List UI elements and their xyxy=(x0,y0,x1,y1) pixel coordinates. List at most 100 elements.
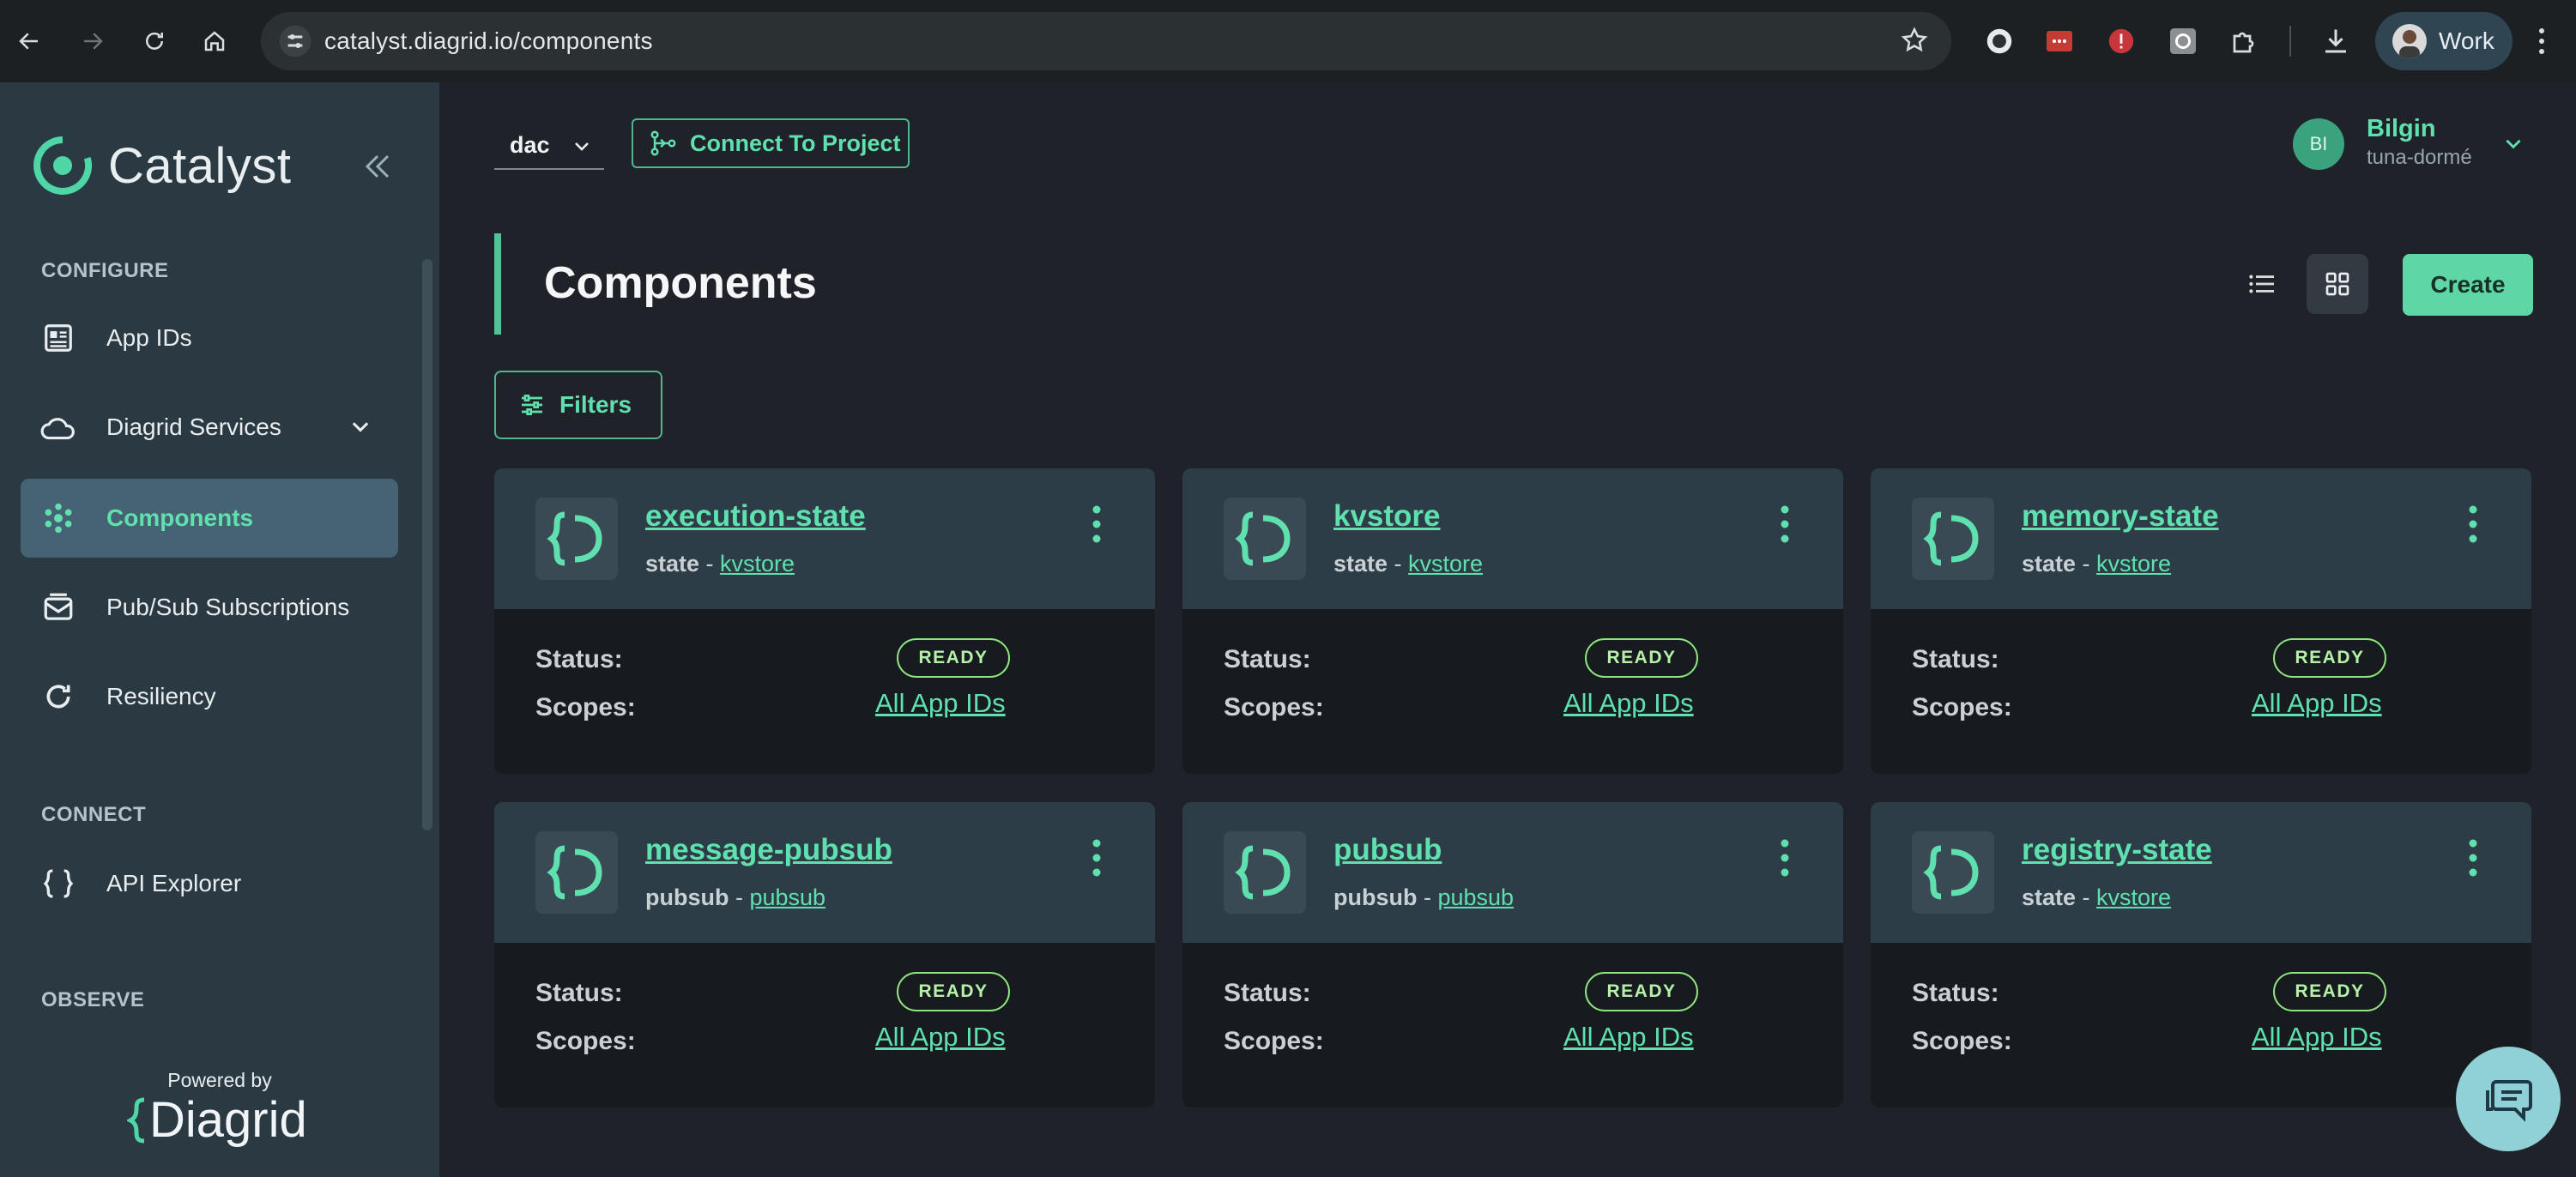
scopes-link[interactable]: All App IDs xyxy=(2252,688,2382,719)
sidebar-item-label: Resiliency xyxy=(106,683,216,709)
scopes-label: Scopes: xyxy=(1912,1027,2012,1055)
component-kind: state xyxy=(1333,551,1388,576)
component-card[interactable]: pubsub pubsub - pubsub Status: READY Sco… xyxy=(1182,802,1843,1108)
collapse-sidebar-button[interactable] xyxy=(360,151,395,186)
card-menu-icon[interactable] xyxy=(1780,838,1790,882)
site-settings-icon[interactable] xyxy=(278,24,312,63)
component-kind: state xyxy=(2022,551,2077,576)
chat-support-button[interactable] xyxy=(2456,1047,2561,1151)
connect-branch-icon xyxy=(649,129,678,158)
extension-red-icon[interactable] xyxy=(2042,24,2077,58)
grid-view-button[interactable] xyxy=(2307,254,2368,314)
card-menu-icon[interactable] xyxy=(2468,838,2478,882)
toolbar-divider xyxy=(2289,26,2291,57)
component-type: state - kvstore xyxy=(2022,884,2171,911)
component-kind: state xyxy=(645,551,700,576)
sidebar-item-components[interactable]: Components xyxy=(21,479,398,558)
double-chevron-left-icon xyxy=(365,154,390,178)
sidebar-item-resiliency[interactable]: Resiliency xyxy=(21,657,398,736)
mail-icon xyxy=(39,588,77,626)
downloads-icon[interactable] xyxy=(2319,24,2353,58)
scopes-link[interactable]: All App IDs xyxy=(875,688,1006,719)
extension-o-icon[interactable] xyxy=(2166,24,2200,58)
type-separator: - xyxy=(2076,884,2097,910)
component-subtype-link[interactable]: kvstore xyxy=(2096,884,2171,910)
component-name[interactable]: pubsub xyxy=(1333,833,1442,867)
sidebar-item-label: Pub/Sub Subscriptions xyxy=(106,594,350,620)
component-card[interactable]: memory-state state - kvstore Status: REA… xyxy=(1871,468,2531,774)
component-name[interactable]: registry-state xyxy=(2022,833,2212,867)
project-name: dac xyxy=(510,131,550,158)
component-type: pubsub - pubsub xyxy=(1333,884,1514,911)
app-logo[interactable]: Catalyst xyxy=(33,136,292,196)
scopes-link[interactable]: All App IDs xyxy=(1563,688,1694,719)
url-text[interactable]: catalyst.diagrid.io/components xyxy=(324,27,653,55)
component-subtype-link[interactable]: pubsub xyxy=(1437,884,1514,910)
card-menu-icon[interactable] xyxy=(1091,504,1102,548)
cloud-icon xyxy=(39,408,77,446)
chevron-down-icon[interactable] xyxy=(2502,132,2525,159)
sidebar-scrollbar[interactable] xyxy=(422,259,432,830)
filters-button[interactable]: Filters xyxy=(494,371,662,439)
browser-menu-icon[interactable] xyxy=(2537,26,2547,61)
extension-alert-icon[interactable] xyxy=(2104,24,2138,58)
profile-chip[interactable]: Work xyxy=(2375,12,2513,70)
component-subtype-link[interactable]: kvstore xyxy=(2096,551,2171,576)
sidebar-item-app-ids[interactable]: App IDs xyxy=(21,299,398,377)
type-separator: - xyxy=(1417,884,1438,910)
extensions-puzzle-icon[interactable] xyxy=(2228,24,2262,58)
component-card[interactable]: registry-state state - kvstore Status: R… xyxy=(1871,802,2531,1108)
home-button[interactable] xyxy=(194,21,235,62)
chevron-down-icon[interactable] xyxy=(348,415,372,444)
list-icon xyxy=(2249,275,2274,293)
chevron-down-icon xyxy=(571,136,592,160)
component-brace-icon xyxy=(535,498,618,580)
create-button[interactable]: Create xyxy=(2403,254,2533,316)
component-brace-icon xyxy=(1224,498,1306,580)
scopes-label: Scopes: xyxy=(1912,693,2012,721)
component-subtype-link[interactable]: kvstore xyxy=(720,551,795,576)
bookmark-star-icon[interactable] xyxy=(1900,26,1929,59)
component-brace-icon xyxy=(1224,831,1306,914)
card-menu-icon[interactable] xyxy=(1091,838,1102,882)
status-label: Status: xyxy=(535,645,623,673)
component-name[interactable]: kvstore xyxy=(1333,499,1441,534)
scopes-link[interactable]: All App IDs xyxy=(875,1022,1006,1053)
scopes-label: Scopes: xyxy=(1224,693,1324,721)
component-name[interactable]: execution-state xyxy=(645,499,866,534)
arrow-right-icon xyxy=(84,33,103,50)
status-badge: READY xyxy=(2273,972,2386,1011)
list-view-button[interactable] xyxy=(2231,254,2293,314)
scopes-link[interactable]: All App IDs xyxy=(1563,1022,1694,1053)
diagrid-brace-icon xyxy=(127,1097,145,1143)
sidebar-item-label: Components xyxy=(106,504,254,531)
sidebar-item-api-explorer[interactable]: API Explorer xyxy=(21,844,398,923)
chat-bubbles-icon xyxy=(2486,1080,2532,1122)
status-label: Status: xyxy=(1912,979,1999,1007)
reload-button[interactable] xyxy=(134,21,175,62)
browser-toolbar: catalyst.diagrid.io/components Work xyxy=(0,0,2576,82)
component-subtype-link[interactable]: pubsub xyxy=(749,884,825,910)
card-menu-icon[interactable] xyxy=(1780,504,1790,548)
sidebar-item-diagrid-services[interactable]: Diagrid Services xyxy=(21,388,398,467)
address-bar[interactable]: catalyst.diagrid.io/components xyxy=(261,12,1951,70)
component-card[interactable]: execution-state state - kvstore Status: … xyxy=(494,468,1155,774)
section-configure: CONFIGURE xyxy=(41,259,169,282)
connect-to-project-button[interactable]: Connect To Project xyxy=(632,118,910,168)
status-badge: READY xyxy=(897,638,1010,678)
back-button[interactable] xyxy=(9,21,50,62)
sidebar-item-pubsub-subscriptions[interactable]: Pub/Sub Subscriptions xyxy=(21,568,398,647)
component-brace-icon xyxy=(1912,498,1994,580)
component-subtype-link[interactable]: kvstore xyxy=(1408,551,1483,576)
card-menu-icon[interactable] xyxy=(2468,504,2478,548)
component-name[interactable]: memory-state xyxy=(2022,499,2219,534)
project-selector[interactable]: dac xyxy=(494,122,604,170)
extension-lastpass-icon[interactable] xyxy=(1982,24,2017,58)
type-separator: - xyxy=(699,551,721,576)
forward-button[interactable] xyxy=(72,21,113,62)
component-card[interactable]: message-pubsub pubsub - pubsub Status: R… xyxy=(494,802,1155,1108)
component-name[interactable]: message-pubsub xyxy=(645,833,892,867)
component-card[interactable]: kvstore state - kvstore Status: READY Sc… xyxy=(1182,468,1843,774)
refresh-icon xyxy=(39,678,77,715)
scopes-link[interactable]: All App IDs xyxy=(2252,1022,2382,1053)
